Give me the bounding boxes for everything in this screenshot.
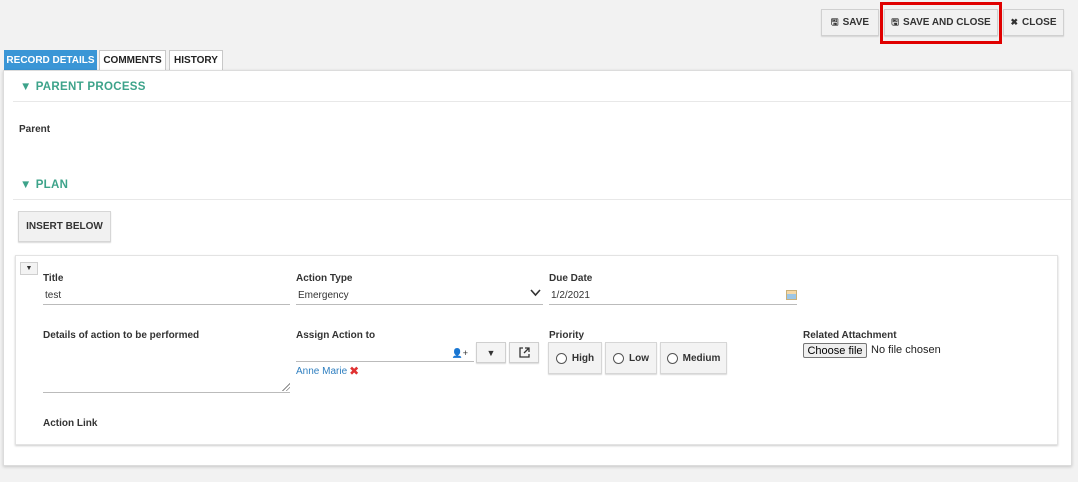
action-type-value: Emergency [298,290,349,301]
action-type-select[interactable]: Emergency [296,287,543,305]
priority-medium-option[interactable]: Medium [660,342,727,374]
triangle-down-icon: ▼ [20,81,32,93]
save-button-label: SAVE [842,17,870,28]
remove-assignee-icon[interactable]: ✖ [349,365,359,377]
priority-label: Priority [549,330,585,341]
triangle-down-icon: ▼ [20,179,32,191]
calendar-icon[interactable] [786,290,797,300]
x-icon: ✖ [1010,17,1019,27]
section-title: PARENT PROCESS [35,81,146,93]
tab-label: RECORD DETAILS [6,55,95,66]
insert-below-button[interactable]: INSERT BELOW [18,211,111,242]
section-title: PLAN [35,179,69,191]
save-icon: 🖫 [830,17,839,27]
title-input[interactable]: test [43,287,290,305]
resize-handle-icon[interactable] [282,383,290,391]
parent-process-header[interactable]: ▼ PARENT PROCESS [20,81,146,93]
priority-option-label: Low [629,352,649,364]
tab-comments[interactable]: COMMENTS [99,50,166,70]
priority-option-label: Medium [682,352,721,364]
related-attachment-label: Related Attachment [803,330,897,341]
divider [13,101,1071,102]
radio-icon [555,352,567,364]
parent-label: Parent [19,124,51,135]
assign-dropdown-button[interactable]: ▼ [476,342,506,363]
action-type-label: Action Type [296,273,353,284]
save-and-close-label: SAVE AND CLOSE [902,17,991,28]
close-button-label: CLOSE [1022,17,1057,28]
details-textarea[interactable] [43,351,290,393]
close-button[interactable]: ✖ CLOSE [1003,9,1064,36]
details-label: Details of action to be performed [43,330,200,341]
title-value: test [45,290,62,301]
caret-down-icon: ▼ [486,347,496,358]
due-date-input[interactable]: 1/2/2021 [549,287,797,305]
save-and-close-button[interactable]: 🖫 SAVE AND CLOSE [884,9,998,36]
save-button[interactable]: 🖫 SAVE [821,9,879,36]
open-external-button[interactable] [509,342,539,363]
tab-history[interactable]: HISTORY [169,50,223,70]
save-icon: 🖫 [891,17,899,27]
due-date-value: 1/2/2021 [551,290,590,301]
assign-label: Assign Action to [296,330,376,341]
priority-option-label: High [571,352,595,364]
due-date-label: Due Date [549,273,593,284]
assignee-name[interactable]: Anne Marie [296,366,347,377]
external-link-icon [518,347,530,358]
title-label: Title [43,273,64,284]
tab-label: HISTORY [174,55,218,66]
add-user-icon[interactable]: 👤+ [452,348,468,359]
assignee-chip: Anne Marie ✖ [296,365,359,377]
choose-file-button[interactable]: Choose file [803,343,867,358]
priority-high-option[interactable]: High [548,342,602,374]
plan-header[interactable]: ▼ PLAN [20,179,68,191]
caret-down-icon: ▼ [25,265,33,272]
radio-icon [666,352,678,364]
tab-label: COMMENTS [103,55,162,66]
priority-low-option[interactable]: Low [605,342,657,374]
chevron-down-icon [530,289,541,300]
divider [13,199,1071,200]
assign-input[interactable]: 👤+ [296,344,474,362]
collapse-toggle[interactable]: ▼ [20,262,38,275]
action-link-label: Action Link [43,418,98,429]
file-status-text: No file chosen [871,344,941,356]
tab-record-details[interactable]: RECORD DETAILS [4,50,97,70]
radio-icon [613,352,624,364]
